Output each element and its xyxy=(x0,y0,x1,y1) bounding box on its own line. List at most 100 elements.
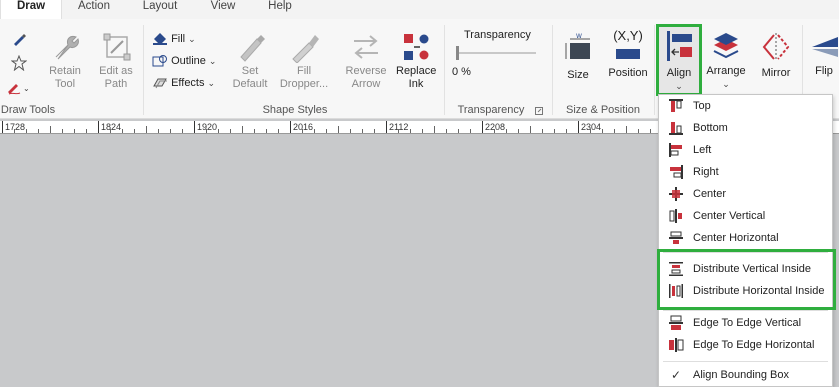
dialog-launcher-icon[interactable] xyxy=(535,107,543,115)
position-button[interactable]: (X,Y) Position xyxy=(604,29,652,80)
menu-item-align-right[interactable]: Right xyxy=(659,161,832,183)
ruler-tick-minor xyxy=(530,126,531,133)
ruler-tick-minor xyxy=(338,126,339,133)
menu-item-label: Right xyxy=(693,166,719,178)
transparency-label: Transparency xyxy=(464,29,531,41)
pen-tool-button[interactable] xyxy=(8,31,30,47)
mirror-icon xyxy=(762,33,790,61)
menu-item-align-center[interactable]: Center xyxy=(659,183,832,205)
ruler-tick-major xyxy=(386,121,387,133)
ruler-tick-minor xyxy=(110,129,111,133)
menu-item-label: Edge To Edge Vertical xyxy=(693,317,802,329)
ruler-tick-minor xyxy=(542,129,543,133)
align-left-icon xyxy=(669,143,682,157)
tab-action[interactable]: Action xyxy=(66,0,122,19)
flip-icon xyxy=(812,37,838,57)
align-dropdown-menu: Top Bottom Left Right Center Center Vert… xyxy=(658,94,833,387)
effects-button[interactable]: Effects ⌄ xyxy=(152,76,215,90)
menu-item-align-bounding-box[interactable]: ✓ Align Bounding Box xyxy=(659,364,832,386)
menu-item-label: Align Bounding Box xyxy=(693,369,790,381)
flip-button[interactable]: Flip xyxy=(806,31,839,78)
menu-item-distribute-horizontal-inside[interactable]: Distribute Horizontal Inside xyxy=(659,280,832,302)
menu-item-align-center-vertical[interactable]: Center Vertical xyxy=(659,205,832,227)
ruler-tick-minor xyxy=(242,126,243,133)
ruler-tick-major xyxy=(2,121,3,133)
ruler-label: 1824 xyxy=(101,122,122,132)
menu-separator xyxy=(663,361,828,362)
chevron-down-icon: ⌄ xyxy=(722,79,730,89)
arrange-icon xyxy=(713,33,739,59)
align-icon xyxy=(667,31,692,61)
menu-item-align-bottom[interactable]: Bottom xyxy=(659,117,832,139)
outline-button[interactable]: Outline ⌄ xyxy=(152,54,216,68)
ruler-tick-minor xyxy=(206,129,207,133)
fill-dropper-button[interactable]: Fill Dropper... xyxy=(278,31,330,91)
ruler-tick-minor xyxy=(266,129,267,133)
chevron-down-icon: ⌄ xyxy=(675,81,683,91)
retain-tool-button[interactable]: Retain Tool xyxy=(44,31,86,91)
align-button[interactable]: Align ⌄ xyxy=(658,27,700,93)
set-default-label: Set Default xyxy=(232,65,268,90)
align-bottom-icon xyxy=(669,122,683,135)
reverse-arrow-button[interactable]: Reverse Arrow xyxy=(340,31,392,91)
menu-item-edge-to-edge-horizontal[interactable]: Edge To Edge Horizontal xyxy=(659,334,832,356)
ruler-tick-minor xyxy=(302,129,303,133)
align-center-vertical-icon xyxy=(669,209,682,223)
menu-item-label: Top xyxy=(693,100,711,112)
replace-ink-button[interactable]: Replace Ink xyxy=(394,31,438,91)
fill-label: Fill xyxy=(171,32,186,45)
transparency-slider[interactable] xyxy=(456,46,536,60)
mirror-button[interactable]: Mirror xyxy=(754,31,798,80)
menu-item-align-center-horizontal[interactable]: Center Horizontal xyxy=(659,227,832,249)
transparency-value: 0 % xyxy=(452,66,471,78)
tab-layout[interactable]: Layout xyxy=(132,0,188,19)
ruler-tick-minor xyxy=(122,129,123,133)
edit-as-path-label: Edit as Path xyxy=(99,65,133,90)
star-tool-button[interactable] xyxy=(8,55,30,71)
retain-tool-label: Retain Tool xyxy=(49,65,81,90)
tab-help[interactable]: Help xyxy=(256,0,304,19)
menu-item-label: Center Vertical xyxy=(693,210,766,222)
align-top-icon xyxy=(669,99,683,112)
edit-as-path-button[interactable]: Edit as Path xyxy=(94,31,138,91)
ruler-label: 2016 xyxy=(293,122,314,132)
transparency-slider-track xyxy=(456,52,536,54)
shape-styles-group-label: Shape Styles xyxy=(262,104,328,116)
arrange-button[interactable]: Arrange ⌄ xyxy=(704,31,748,91)
dropper-icon xyxy=(292,35,319,63)
size-button[interactable]: W Size xyxy=(558,33,598,82)
menu-item-align-top[interactable]: Top xyxy=(659,95,832,117)
menu-item-align-left[interactable]: Left xyxy=(659,139,832,161)
set-default-button[interactable]: Set Default xyxy=(228,31,272,91)
menu-item-edge-to-edge-vertical[interactable]: Edge To Edge Vertical xyxy=(659,312,832,334)
effects-icon xyxy=(153,78,167,89)
ruler-tick-minor xyxy=(458,129,459,133)
separator xyxy=(654,25,655,115)
ink-pen-icon: ⌄ xyxy=(8,84,30,95)
tab-view[interactable]: View xyxy=(198,0,248,19)
wrench-icon xyxy=(55,36,79,60)
transparency-slider-thumb[interactable] xyxy=(456,46,459,60)
svg-text:⌄: ⌄ xyxy=(23,84,30,93)
ruler-tick-minor xyxy=(86,129,87,133)
ink-tool-button[interactable]: ⌄ xyxy=(4,79,34,95)
reverse-arrow-label: Reverse Arrow xyxy=(345,65,387,90)
fill-button[interactable]: Fill ⌄ xyxy=(152,32,196,46)
ruler-tick-minor xyxy=(374,129,375,133)
distribute-horizontal-icon xyxy=(669,284,683,298)
outline-label: Outline xyxy=(171,54,206,67)
size-icon-w-text: W xyxy=(576,33,582,40)
tab-draw[interactable]: Draw xyxy=(0,0,62,19)
align-right-icon xyxy=(670,165,683,179)
ruler-tick-minor xyxy=(38,129,39,133)
ruler-tick-minor xyxy=(518,129,519,133)
ruler-tick-minor xyxy=(230,129,231,133)
ruler-tick-minor xyxy=(314,129,315,133)
menu-item-distribute-vertical-inside[interactable]: Distribute Vertical Inside xyxy=(659,258,832,280)
ruler-tick-major xyxy=(194,121,195,133)
ruler-tick-minor xyxy=(134,129,135,133)
separator xyxy=(444,25,445,115)
ruler-tick-minor xyxy=(278,129,279,133)
menu-item-label: Distribute Vertical Inside xyxy=(693,263,811,275)
fill-bucket-icon xyxy=(153,33,167,45)
